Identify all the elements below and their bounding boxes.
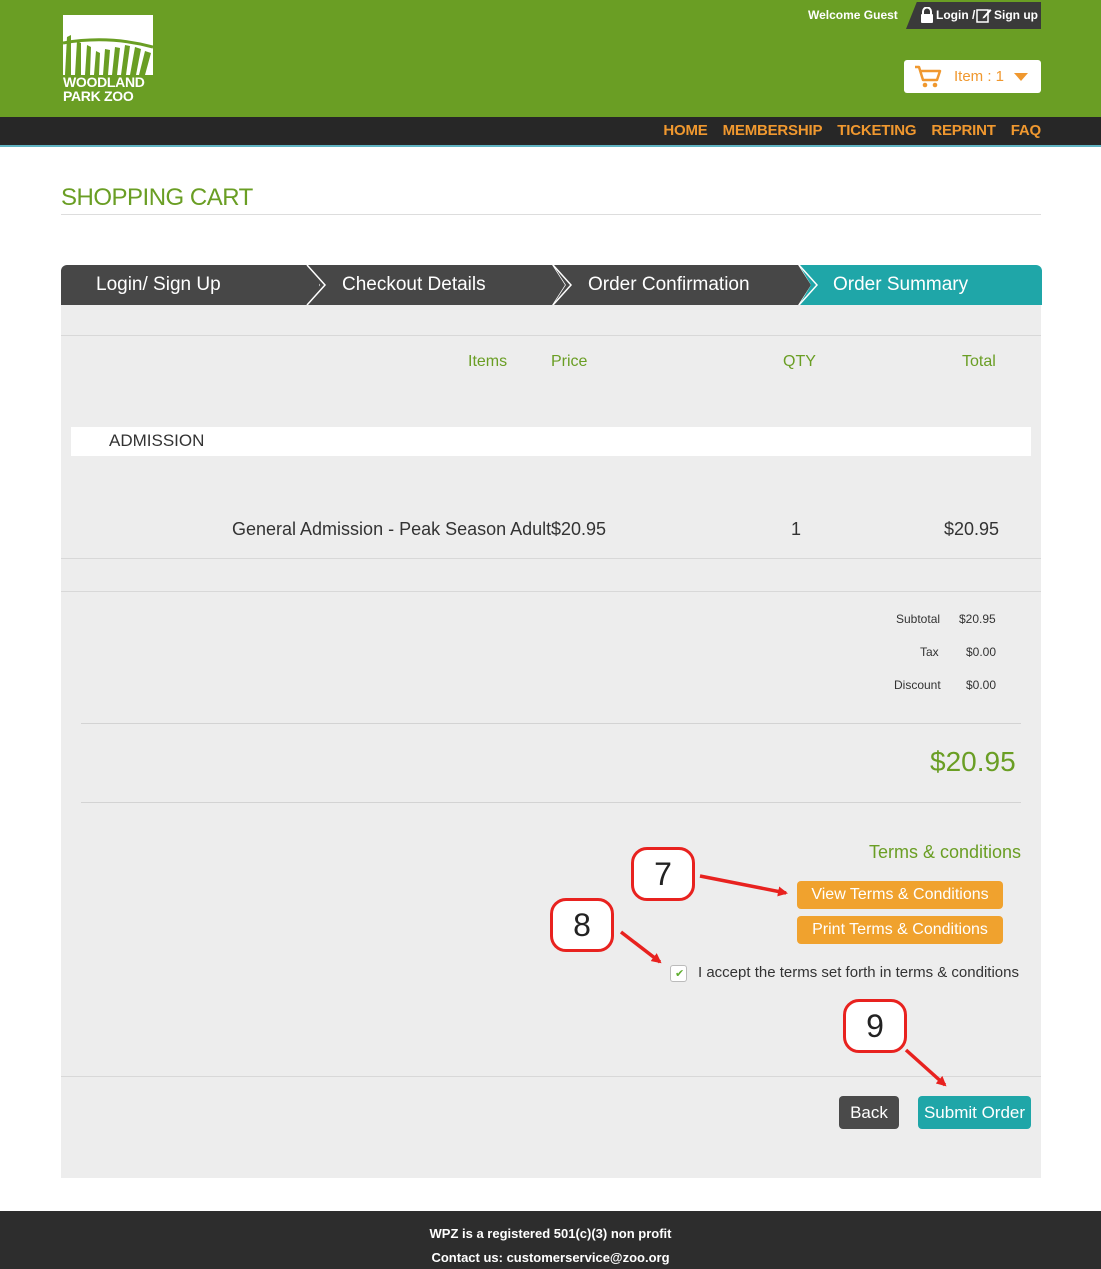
chevron-right-icon [552,265,573,305]
main-nav: HOME MEMBERSHIP TICKETING REPRINT FAQ [0,117,1101,147]
footer: WPZ is a registered 501(c)(3) non profit… [0,1211,1101,1269]
footer-nonprofit-text: WPZ is a registered 501(c)(3) non profit [429,1226,672,1241]
zoo-logo[interactable]: WOODLAND PARK ZOO [63,15,155,105]
item-name: General Admission - Peak Season Adult [232,519,552,539]
footer-contact[interactable]: Contact us: customerservice@zoo.org [0,1250,1101,1265]
nav-faq[interactable]: FAQ [1011,122,1041,139]
cart-item-count: Item : 1 [954,68,1005,85]
checkout-steps: Login/ Sign Up Checkout Details Order Co… [61,265,1042,305]
edit-icon [976,7,992,28]
divider [81,802,1021,803]
discount-label: Discount [894,678,941,692]
terms-heading: Terms & conditions [869,842,1022,862]
subtotal-label: Subtotal [896,612,941,626]
submit-order-button[interactable]: Submit Order [918,1096,1031,1129]
back-button[interactable]: Back [839,1096,899,1129]
divider [61,558,1041,559]
nav-membership[interactable]: MEMBERSHIP [723,122,823,139]
annotation-callout-7: 7 [631,847,695,901]
nav-ticketing[interactable]: TICKETING [837,122,916,139]
category-header: ADMISSION [71,427,1031,456]
step-login-signup: Login/ Sign Up [61,265,319,305]
item-total: $20.95 [944,519,1000,539]
chevron-down-icon [1014,73,1028,81]
welcome-text: Welcome Guest [808,8,898,22]
grand-total: $20.95 [930,746,1016,777]
column-header-items: Items [468,353,508,370]
lock-icon [920,6,934,28]
title-divider [61,214,1041,215]
tax-value: $0.00 [966,645,997,659]
login-link[interactable]: Login / [936,8,975,22]
print-terms-button[interactable]: Print Terms & Conditions [797,916,1003,944]
account-bar: Welcome Guest Login / Sign up [798,2,1041,29]
column-header-price: Price [551,353,588,370]
signup-link[interactable]: Sign up [994,8,1038,22]
chevron-right-icon [306,265,327,305]
view-terms-button[interactable]: View Terms & Conditions [797,881,1003,909]
step-order-confirmation: Order Confirmation [553,265,811,305]
check-icon: ✔ [675,968,685,980]
accept-terms-checkbox[interactable]: ✔ [670,965,687,982]
tax-label: Tax [920,645,939,659]
discount-value: $0.00 [966,678,997,692]
cart-dropdown[interactable]: Item : 1 [904,60,1041,93]
divider [61,335,1041,336]
logo-wordmark: WOODLAND PARK ZOO [63,74,145,104]
divider [61,1076,1041,1077]
subtotal-value: $20.95 [959,612,996,626]
annotation-callout-9: 9 [843,999,907,1053]
divider [81,723,1021,724]
step-order-summary: Order Summary [799,265,1042,305]
item-price: $20.95 [551,519,607,539]
login-tab: Login / Sign up [906,2,1041,29]
annotation-callout-8: 8 [550,898,614,952]
accept-terms-label[interactable]: I accept the terms set forth in terms & … [698,964,1019,981]
item-qty: 1 [791,519,802,539]
shopping-cart-icon [914,65,942,94]
column-header-total: Total [962,353,996,370]
zebra-logo-icon [63,15,153,75]
nav-reprint[interactable]: REPRINT [931,122,996,139]
divider [61,591,1041,592]
step-checkout-details: Checkout Details [307,265,565,305]
chevron-right-icon [798,265,819,305]
nav-home[interactable]: HOME [663,122,707,139]
column-header-qty: QTY [783,353,816,370]
page-title: SHOPPING CART [61,184,253,211]
